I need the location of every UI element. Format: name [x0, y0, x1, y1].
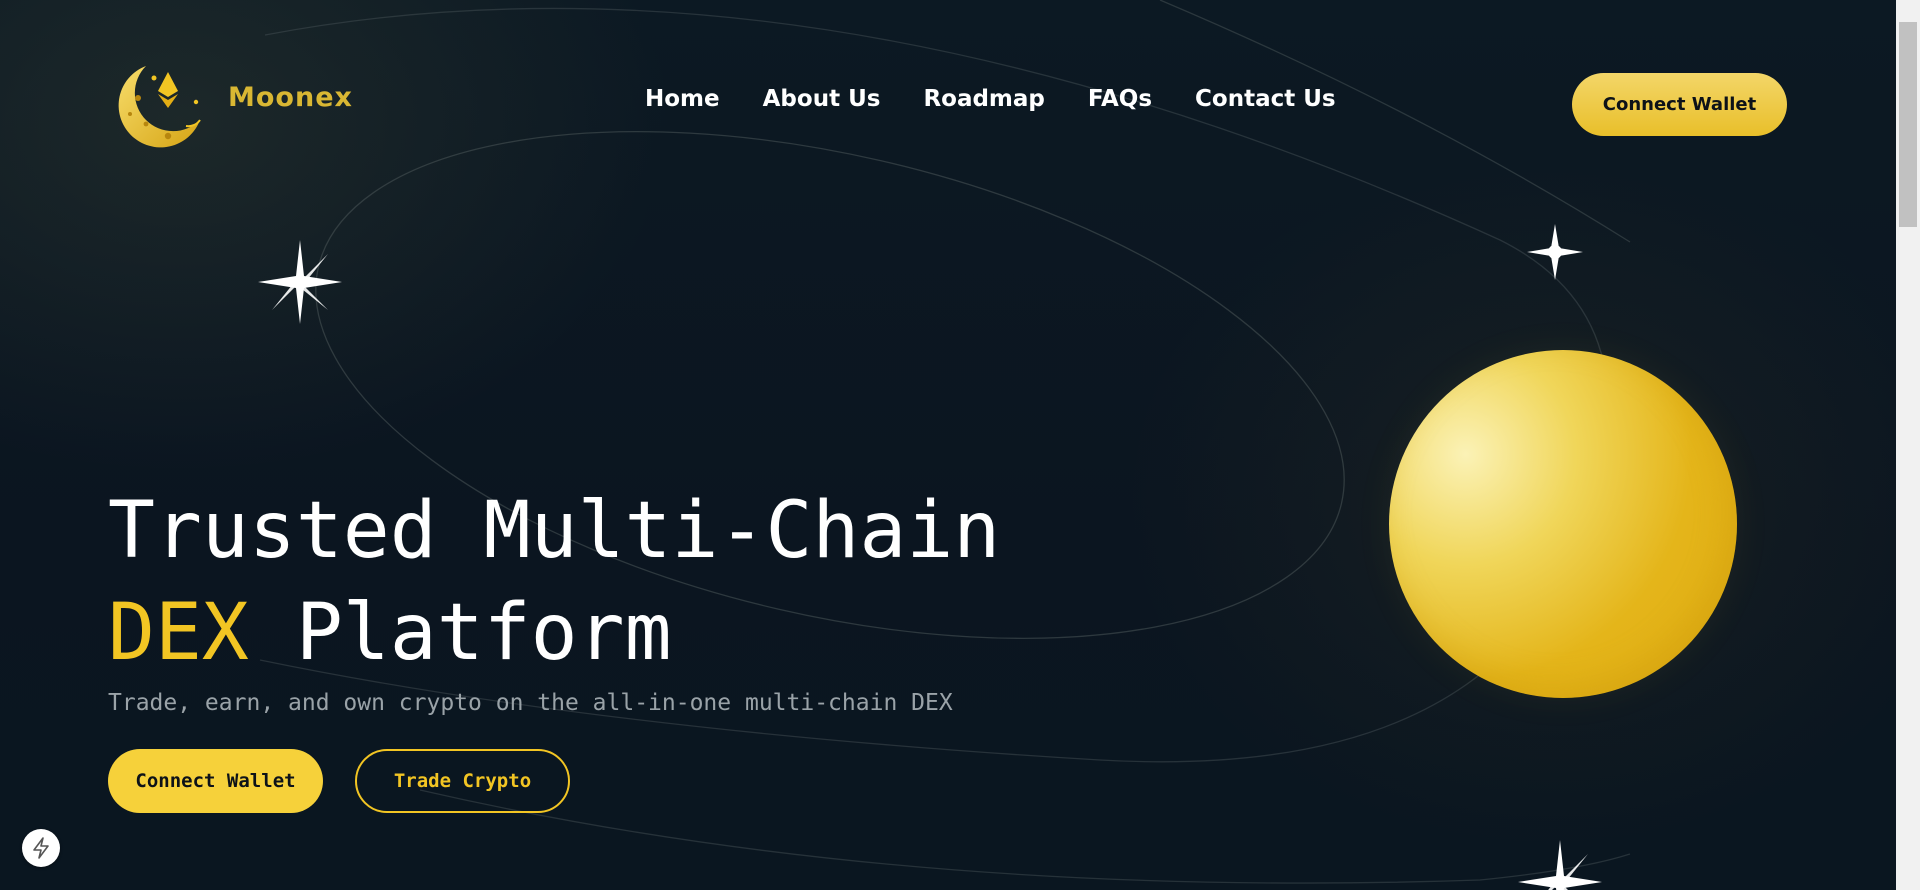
crescent-moon-ethereum-logo	[118, 66, 201, 148]
brand-name: Moonex	[228, 81, 353, 113]
nav-item-roadmap[interactable]: Roadmap	[923, 86, 1044, 112]
sparkle-star-icon	[258, 240, 342, 324]
hero-title: Trusted Multi-Chain DEX Platform	[108, 480, 1000, 684]
nav-item-about-us[interactable]: About Us	[763, 86, 881, 112]
golden-planet	[1389, 350, 1737, 698]
sparkle-star-icon	[1527, 224, 1583, 280]
brand-logo[interactable]: Moonex	[116, 58, 353, 150]
floating-badge[interactable]	[22, 829, 60, 867]
scrollbar[interactable]	[1896, 0, 1920, 890]
hero-title-line1: Trusted Multi-Chain	[108, 486, 1001, 576]
sparkle-star-icon	[1518, 840, 1602, 890]
hero-subtitle: Trade, earn, and own crypto on the all-i…	[108, 690, 953, 716]
header-connect-wallet-button[interactable]: Connect Wallet	[1572, 73, 1787, 136]
nav-item-faqs[interactable]: FAQs	[1088, 86, 1152, 112]
lightning-bolt-icon	[33, 837, 49, 859]
hero-title-rest: Platform	[248, 588, 672, 678]
nav-item-home[interactable]: Home	[645, 86, 720, 112]
trade-crypto-button[interactable]: Trade Crypto	[355, 749, 570, 813]
nav-item-contact-us[interactable]: Contact Us	[1195, 86, 1336, 112]
main-nav: Home About Us Roadmap FAQs Contact Us	[645, 86, 1336, 112]
hero-title-accent: DEX	[108, 588, 249, 678]
landing-page: Moonex Home About Us Roadmap FAQs Contac…	[0, 0, 1920, 890]
hero-connect-wallet-button[interactable]: Connect Wallet	[108, 749, 323, 813]
scrollbar-thumb[interactable]	[1899, 22, 1917, 227]
